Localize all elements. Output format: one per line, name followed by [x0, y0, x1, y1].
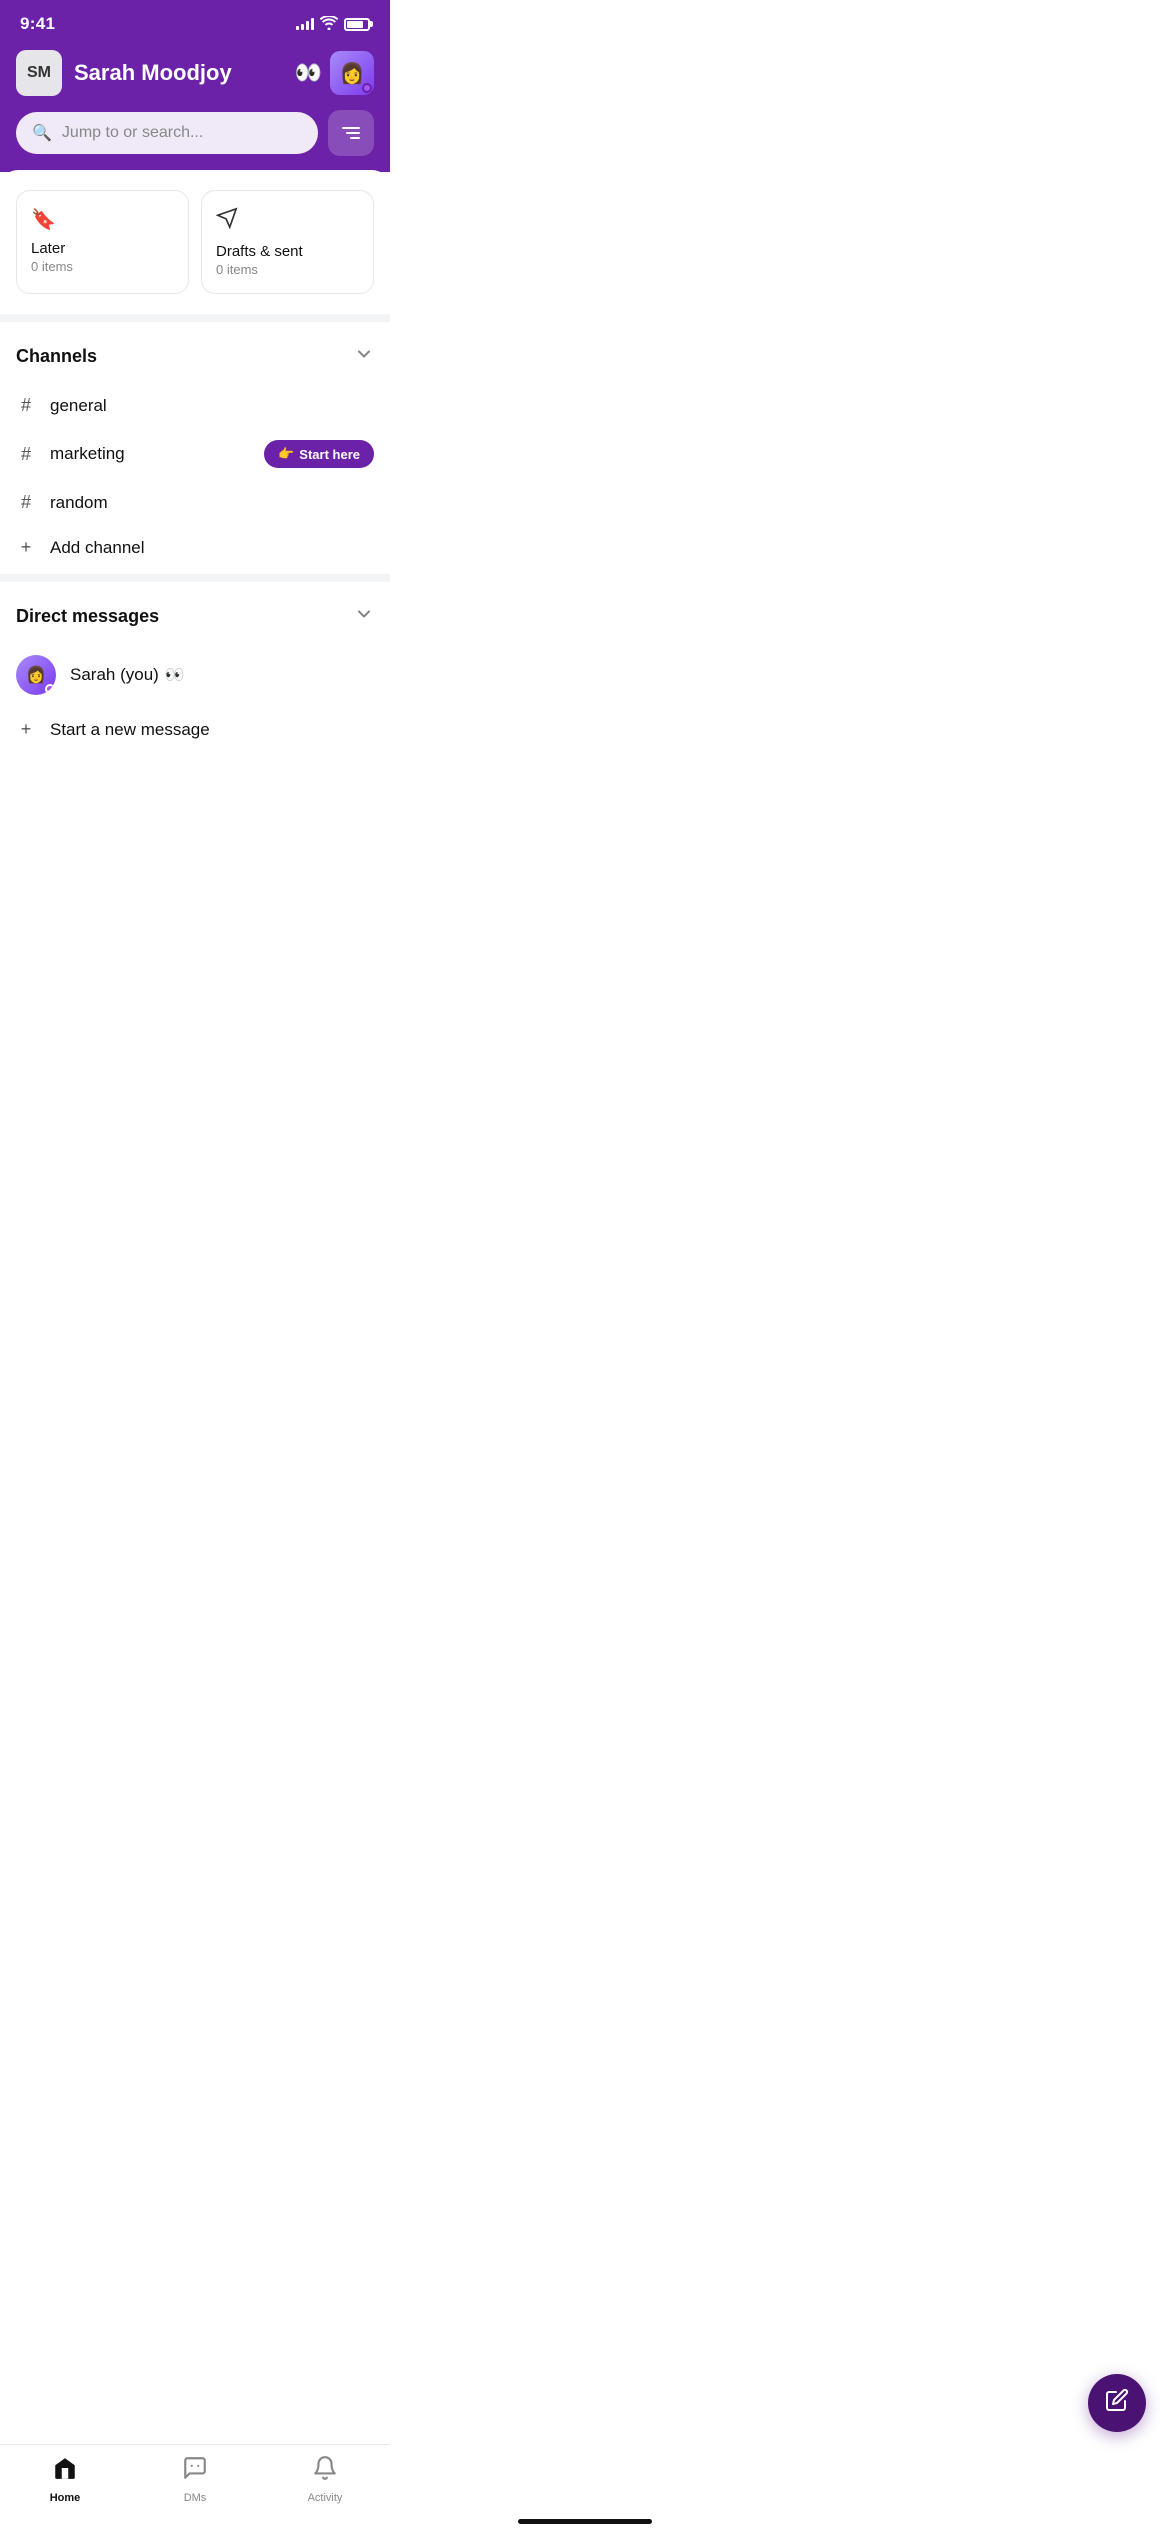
online-dot: [362, 83, 372, 93]
section-divider-2: [0, 574, 390, 582]
nav-home[interactable]: Home: [0, 2455, 130, 2504]
hash-icon-marketing: #: [16, 444, 36, 465]
eyes-emoji: 👀: [295, 60, 322, 86]
compose-icon: [1105, 2388, 1129, 2418]
start-here-badge: 👉 Start here: [264, 440, 374, 468]
later-subtitle: 0 items: [31, 259, 174, 274]
status-icons: [296, 16, 370, 33]
dms-section: Direct messages 👩 Sarah (you) 👀 + Start …: [0, 586, 390, 752]
start-here-label: Start here: [299, 447, 360, 462]
dm-name-sarah: Sarah (you): [70, 665, 159, 685]
main-content: 🔖 Later 0 items Drafts & sent 0 items Ch…: [0, 170, 390, 872]
bookmark-icon: 🔖: [31, 207, 174, 232]
later-title: Later: [31, 240, 174, 257]
channel-name-general: general: [50, 396, 374, 416]
header: SM Sarah Moodjoy 👀 👩 🔍 Jump to or search…: [0, 42, 390, 172]
home-indicator: [518, 2519, 652, 2524]
drafts-subtitle: 0 items: [216, 262, 359, 277]
add-channel-label: Add channel: [50, 538, 145, 558]
channels-title: Channels: [16, 346, 97, 367]
new-message-label: Start a new message: [50, 720, 210, 740]
new-message[interactable]: + Start a new message: [16, 707, 374, 752]
plus-icon-channel: +: [16, 537, 36, 558]
channel-random[interactable]: # random: [16, 480, 374, 525]
nav-home-label: Home: [50, 2492, 81, 2504]
nav-dms[interactable]: DMs: [130, 2455, 260, 2504]
drafts-icon: [216, 207, 359, 235]
search-icon: 🔍: [32, 123, 52, 143]
filter-icon: [342, 127, 360, 139]
channels-chevron-icon[interactable]: [354, 344, 374, 369]
drafts-card[interactable]: Drafts & sent 0 items: [201, 190, 374, 294]
nav-activity-label: Activity: [308, 2492, 343, 2504]
search-placeholder: Jump to or search...: [62, 124, 203, 142]
start-here-emoji: 👉: [278, 446, 294, 462]
compose-fab[interactable]: [1088, 2374, 1146, 2432]
profile-avatar[interactable]: 👩: [330, 51, 374, 95]
channels-section: Channels # general # marketing 👉 Start h…: [0, 326, 390, 570]
later-card[interactable]: 🔖 Later 0 items: [16, 190, 189, 294]
channel-name-random: random: [50, 493, 374, 513]
status-bar: 9:41: [0, 0, 390, 42]
home-icon: [52, 2455, 78, 2488]
channel-marketing[interactable]: # marketing 👉 Start here: [16, 428, 374, 480]
section-divider-1: [0, 314, 390, 322]
dm-sarah[interactable]: 👩 Sarah (you) 👀: [16, 643, 374, 707]
dm-avatar-sarah: 👩: [16, 655, 56, 695]
battery-icon: [344, 18, 370, 31]
add-channel[interactable]: + Add channel: [16, 525, 374, 570]
activity-icon: [312, 2455, 338, 2488]
hash-icon-random: #: [16, 492, 36, 513]
dm-eyes-emoji: 👀: [165, 665, 185, 685]
wifi-icon: [320, 16, 338, 33]
signal-icon: [296, 18, 314, 30]
channel-name-marketing: marketing: [50, 444, 250, 464]
plus-icon-dm: +: [16, 719, 36, 740]
channel-general[interactable]: # general: [16, 383, 374, 428]
nav-activity[interactable]: Activity: [260, 2455, 390, 2504]
avatar-initials: SM: [16, 50, 62, 96]
drafts-title: Drafts & sent: [216, 243, 359, 260]
bottom-nav: Home DMs Activity: [0, 2444, 390, 2532]
dms-icon: [182, 2455, 208, 2488]
hash-icon: #: [16, 395, 36, 416]
quick-cards: 🔖 Later 0 items Drafts & sent 0 items: [0, 170, 390, 310]
filter-button[interactable]: [328, 110, 374, 156]
dms-title: Direct messages: [16, 606, 159, 627]
status-time: 9:41: [20, 14, 55, 34]
nav-dms-label: DMs: [184, 2492, 207, 2504]
dm-online-dot: [45, 684, 55, 694]
search-bar[interactable]: 🔍 Jump to or search...: [16, 112, 318, 154]
user-name: Sarah Moodjoy: [74, 60, 232, 86]
dms-chevron-icon[interactable]: [354, 604, 374, 629]
